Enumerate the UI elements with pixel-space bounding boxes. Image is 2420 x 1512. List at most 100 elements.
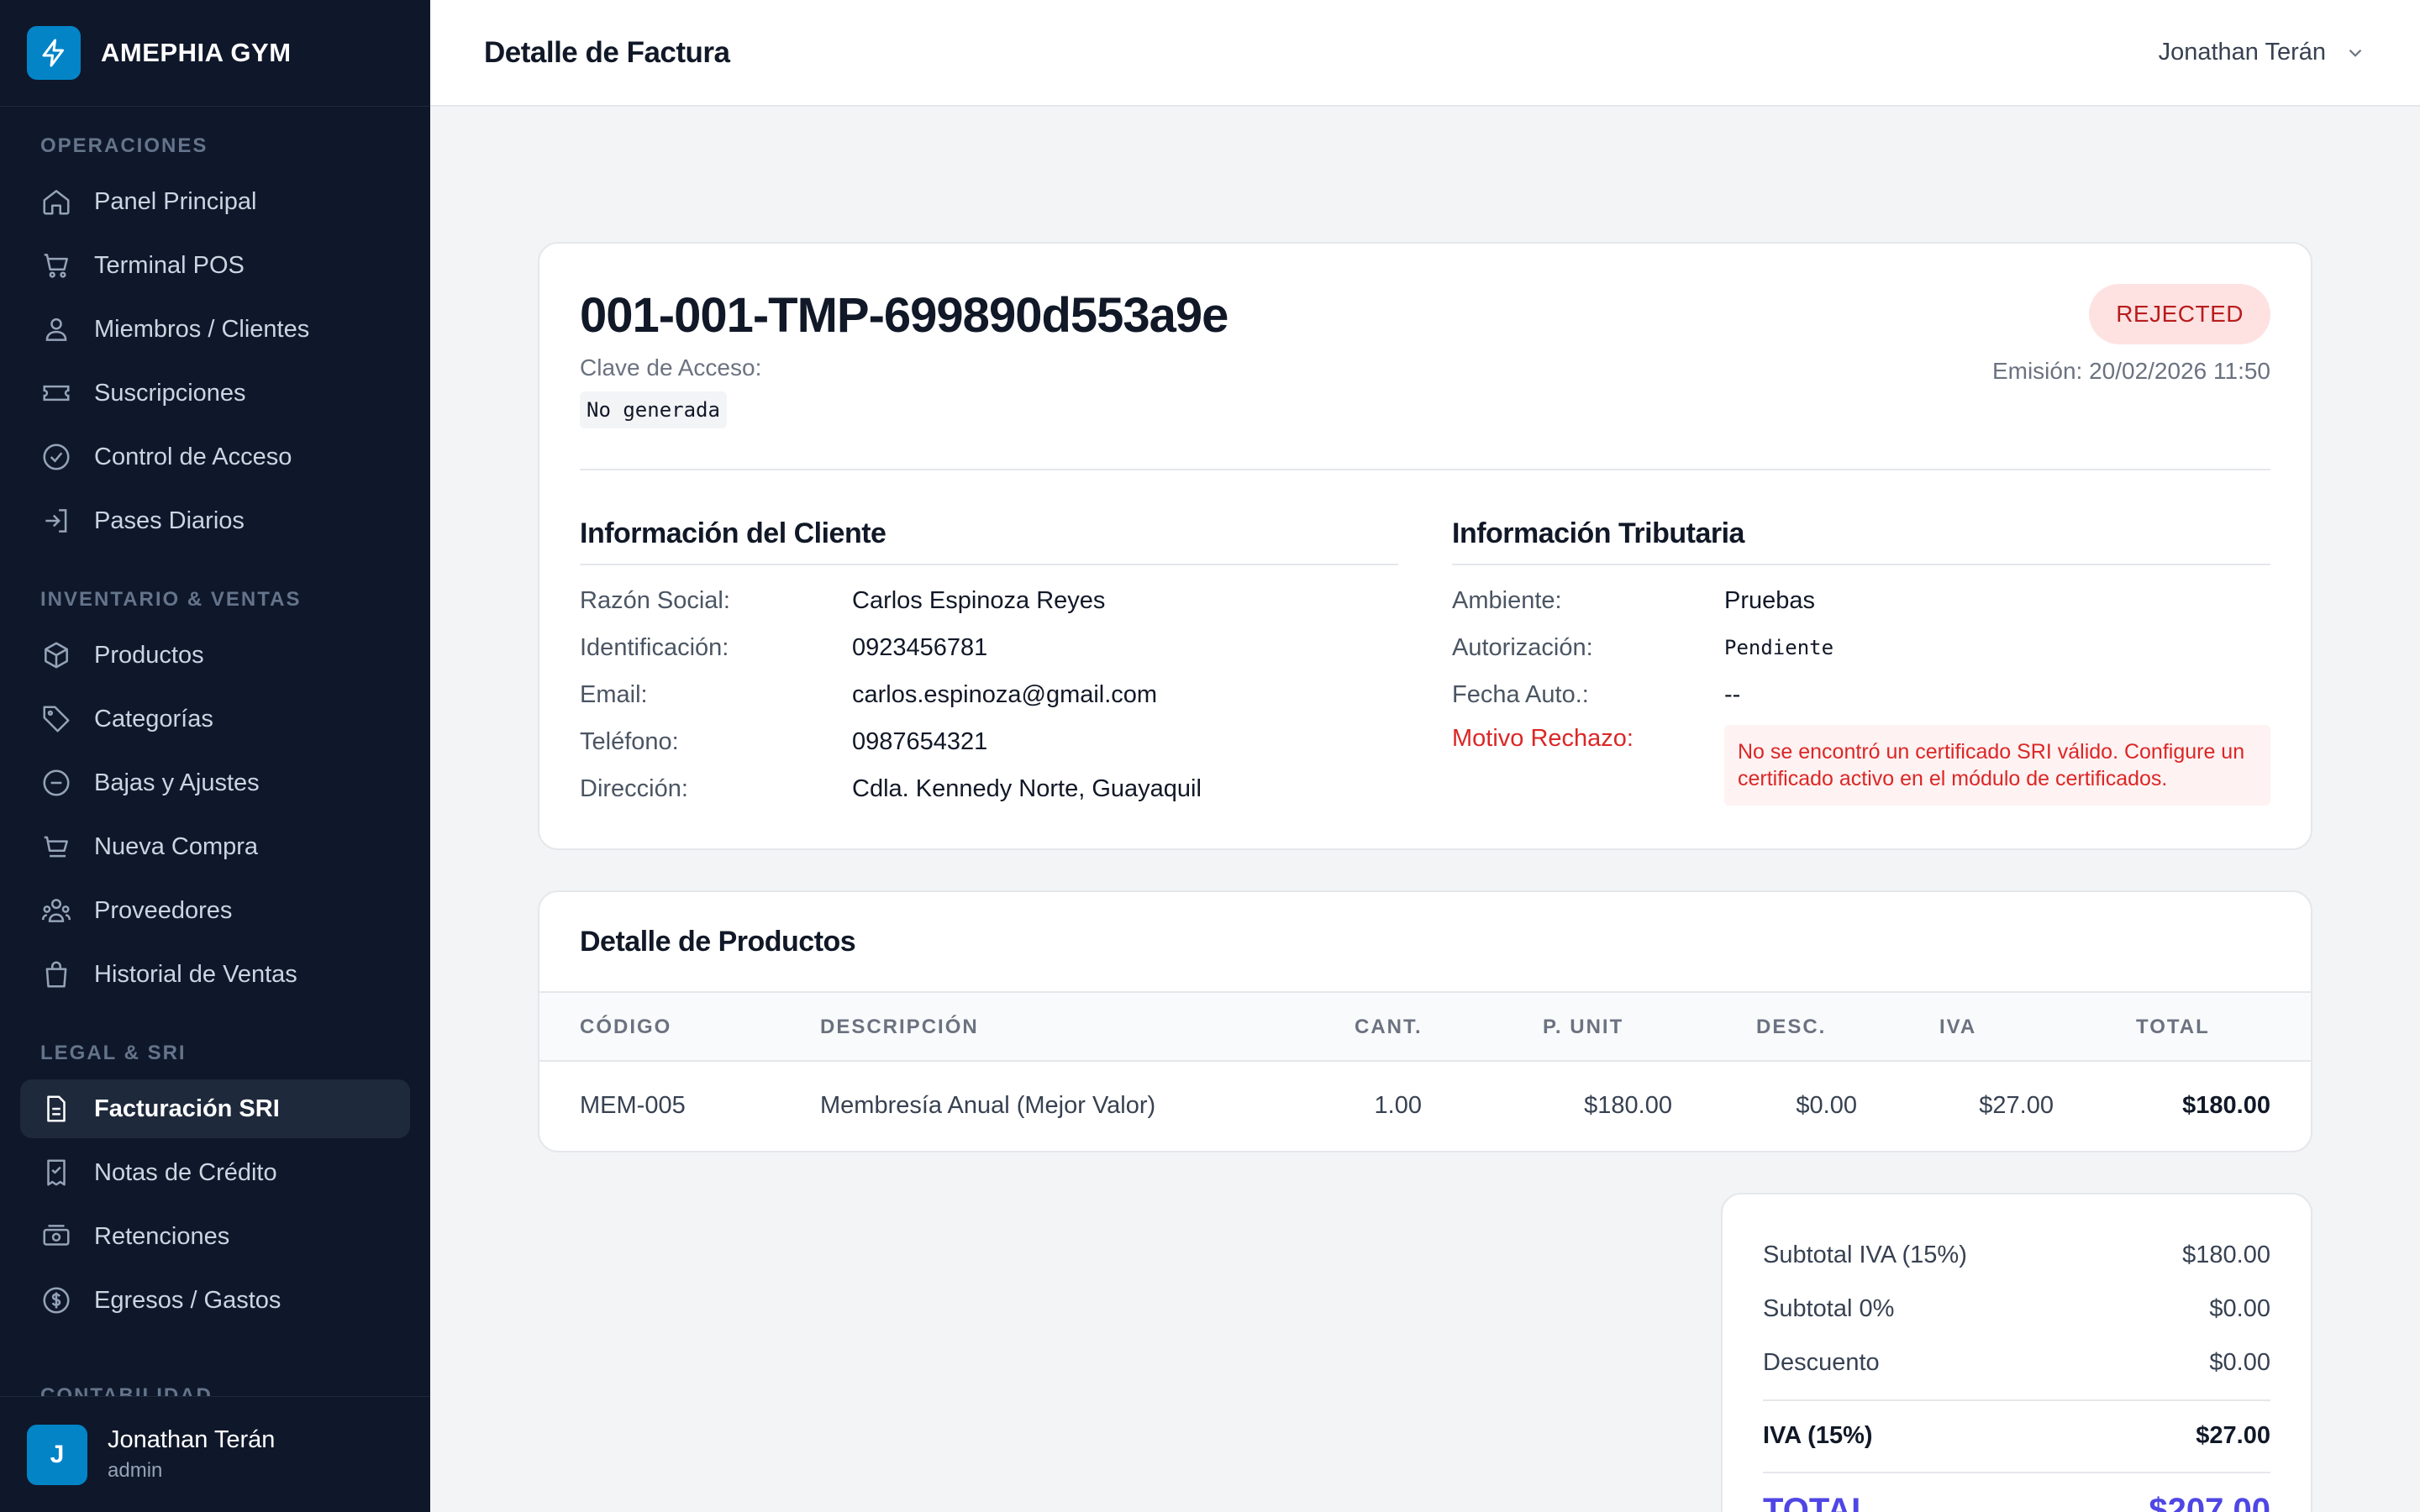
row-value: Pruebas: [1724, 586, 1816, 614]
table-row[interactable]: MEM-005 Membresía Anual (Mejor Valor) 1.…: [539, 1062, 2311, 1149]
column-header: DESC.: [1756, 1016, 1827, 1038]
subtotal-iva-label: Subtotal IVA (15%): [1763, 1241, 1967, 1268]
sidebar-item-control-acceso[interactable]: Control de Acceso: [20, 428, 410, 486]
sidebar-item-label: Egresos / Gastos: [94, 1286, 281, 1314]
cliente-title: Información del Cliente: [580, 517, 1398, 565]
sidebar-item-retenciones[interactable]: Retenciones: [20, 1207, 410, 1266]
cell-total: $180.00: [2182, 1091, 2270, 1119]
sidebar-item-label: Notas de Crédito: [94, 1158, 277, 1186]
tributaria-section: Información Tributaria Ambiente: Pruebas…: [1452, 517, 2270, 806]
row-label: Ambiente:: [1452, 586, 1562, 614]
section-label-legal: LEGAL & SRI: [40, 1042, 187, 1064]
cash-icon: [43, 1225, 70, 1246]
row-label: Autorización:: [1452, 633, 1593, 661]
minus-circle-icon: [43, 769, 70, 796]
avatar: J: [27, 1424, 87, 1485]
home-icon: [43, 190, 70, 215]
row-value: 0923456781: [852, 633, 988, 661]
cell-iva: $27.00: [1979, 1091, 2054, 1119]
sidebar-item-pases-diarios[interactable]: Pases Diarios: [20, 491, 410, 550]
subtotal-iva-row: Subtotal IVA (15%) $180.00: [1763, 1228, 2270, 1282]
dollar-circle-icon: [43, 1287, 70, 1314]
tributaria-title: Información Tributaria: [1452, 517, 2270, 565]
subtotal-0-row: Subtotal 0% $0.00: [1763, 1282, 2270, 1336]
sidebar-item-label: Control de Acceso: [94, 443, 292, 470]
section-label-inventario: INVENTARIO & VENTAS: [40, 588, 302, 611]
total-value: $207.00: [2149, 1491, 2270, 1512]
sidebar-nav: OPERACIONES Panel Principal Terminal POS…: [0, 107, 430, 1330]
cell-precio-unitario: $180.00: [1584, 1091, 1672, 1119]
cliente-row: Email: carlos.espinoza@gmail.com: [580, 671, 1398, 718]
total-label: TOTAL: [1763, 1491, 1872, 1512]
row-value: --: [1724, 680, 1741, 708]
cell-codigo: MEM-005: [580, 1091, 686, 1119]
lightning-icon: [27, 26, 81, 80]
section-label-operaciones: OPERACIONES: [40, 134, 208, 157]
sidebar-user[interactable]: J Jonathan Terán admin: [0, 1396, 430, 1512]
brand-name: AMEPHIA GYM: [101, 38, 292, 67]
user-menu[interactable]: Jonathan Terán: [2159, 39, 2366, 66]
sidebar-item-label: Pases Diarios: [94, 507, 245, 534]
sidebar-item-historial-ventas[interactable]: Historial de Ventas: [20, 945, 410, 1004]
cliente-row: Razón Social: Carlos Espinoza Reyes: [580, 577, 1398, 624]
sidebar-user-role: admin: [108, 1459, 163, 1482]
top-header: Detalle de Factura Jonathan Terán: [430, 0, 2420, 107]
cell-descuento: $0.00: [1796, 1091, 1857, 1119]
column-header: DESCRIPCIÓN: [820, 1016, 979, 1038]
sidebar-item-label: Panel Principal: [94, 187, 257, 215]
sidebar-item-label: Proveedores: [94, 896, 233, 924]
sidebar-item-notas-credito[interactable]: Notas de Crédito: [20, 1143, 410, 1202]
invoice-number: 001-001-TMP-699890d553a9e: [580, 288, 1228, 343]
sidebar-item-label: Productos: [94, 641, 204, 669]
sidebar-item-productos[interactable]: Productos: [20, 626, 410, 685]
cart-icon: [44, 254, 68, 278]
sidebar-item-egresos-gastos[interactable]: Egresos / Gastos: [20, 1271, 410, 1330]
clave-acceso-value: No generada: [580, 391, 727, 428]
motivo-rechazo-message: No se encontró un certificado SRI válido…: [1724, 725, 2270, 806]
iva-value: $27.00: [2196, 1421, 2270, 1449]
sidebar-item-terminal-pos[interactable]: Terminal POS: [20, 236, 410, 295]
check-circle-icon: [43, 444, 70, 470]
column-header: IVA: [1939, 1016, 1977, 1038]
subtotal-0-value: $0.00: [2209, 1294, 2270, 1322]
descuento-row: Descuento $0.00: [1763, 1336, 2270, 1389]
sidebar-item-proveedores[interactable]: Proveedores: [20, 881, 410, 940]
row-value: carlos.espinoza@gmail.com: [852, 680, 1158, 708]
sidebar-item-label: Historial de Ventas: [94, 960, 297, 988]
sidebar-item-bajas-ajustes[interactable]: Bajas y Ajustes: [20, 753, 410, 812]
emision-date: Emisión: 20/02/2026 11:50: [1991, 358, 2270, 384]
sidebar-item-categorias[interactable]: Categorías: [20, 690, 410, 748]
invoice-card: 001-001-TMP-699890d553a9e Clave de Acces…: [538, 242, 2312, 850]
tributaria-row: Autorización: Pendiente: [1452, 624, 2270, 671]
column-header: P. UNIT: [1543, 1016, 1624, 1038]
tributaria-row: Fecha Auto.: --: [1452, 671, 2270, 718]
subtotal-iva-value: $180.00: [2182, 1241, 2270, 1268]
sidebar-item-label: Terminal POS: [94, 251, 245, 279]
row-label: Razón Social:: [580, 586, 730, 614]
cell-cantidad: 1.00: [1374, 1091, 1422, 1119]
box-icon: [45, 642, 68, 669]
users-icon: [45, 318, 67, 341]
tributaria-row: Motivo Rechazo: No se encontró un certif…: [1452, 718, 2270, 806]
iva-label: IVA (15%): [1763, 1421, 1873, 1449]
iva-row: IVA (15%) $27.00: [1763, 1399, 2270, 1465]
bag-icon: [45, 961, 67, 988]
brand[interactable]: AMEPHIA GYM: [0, 0, 430, 107]
ticket-icon: [43, 385, 70, 402]
sidebar-item-miembros[interactable]: Miembros / Clientes: [20, 300, 410, 359]
sidebar-item-panel-principal[interactable]: Panel Principal: [20, 172, 410, 231]
sidebar-item-label: Retenciones: [94, 1222, 230, 1250]
sidebar-item-nueva-compra[interactable]: Nueva Compra: [20, 817, 410, 876]
divider: [580, 469, 2270, 470]
basket-icon: [44, 836, 68, 858]
column-header: CÓDIGO: [580, 1016, 672, 1038]
sidebar-item-label: Miembros / Clientes: [94, 315, 310, 343]
sidebar-item-facturacion-sri[interactable]: Facturación SRI: [20, 1079, 410, 1138]
total-row: TOTAL $207.00: [1763, 1472, 2270, 1512]
sidebar: AMEPHIA GYM OPERACIONES Panel Principal …: [0, 0, 430, 1512]
motivo-rechazo-label: Motivo Rechazo:: [1452, 725, 1634, 752]
tributaria-row: Ambiente: Pruebas: [1452, 577, 2270, 624]
row-label: Teléfono:: [580, 727, 679, 755]
sidebar-item-suscripciones[interactable]: Suscripciones: [20, 364, 410, 423]
status-badge: REJECTED: [2089, 284, 2270, 344]
